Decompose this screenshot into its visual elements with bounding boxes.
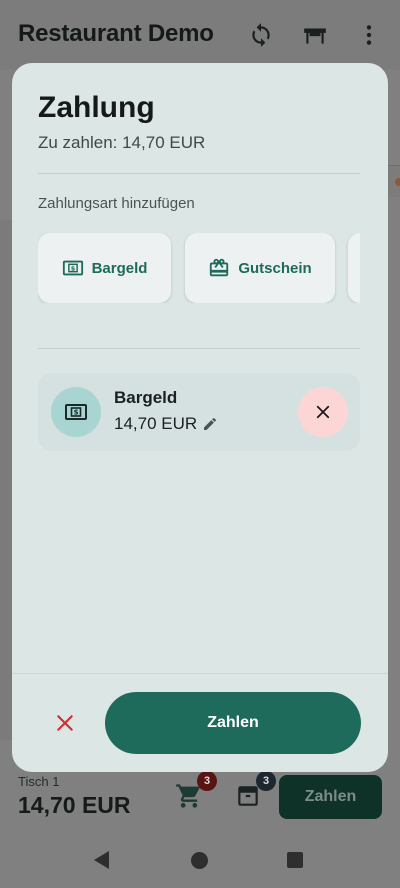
method-more-button[interactable]: [348, 233, 360, 303]
app-title: Restaurant Demo: [18, 20, 214, 47]
footer-divider: [12, 673, 388, 674]
nav-back-icon[interactable]: [94, 851, 109, 869]
close-icon: [316, 405, 330, 419]
bottom-total: 14,70 EUR: [18, 792, 131, 818]
table-label: Tisch 1: [18, 774, 60, 789]
method-cash-label: Bargeld: [91, 259, 148, 277]
remove-payment-button[interactable]: [298, 387, 348, 437]
payment-entry-avatar: $: [51, 387, 101, 437]
cancel-button[interactable]: [52, 710, 78, 736]
table-icon[interactable]: [302, 22, 328, 48]
order-badge: 3: [256, 771, 276, 791]
cart-badge: 3: [197, 771, 217, 791]
payment-entry: $ Bargeld 14,70 EUR: [38, 373, 360, 451]
close-icon: [57, 715, 73, 731]
cash-icon: $: [65, 404, 87, 420]
more-vertical-icon[interactable]: [356, 22, 382, 48]
payment-entry-amount: 14,70 EUR: [114, 414, 198, 433]
dialog-title: Zahlung: [38, 91, 155, 124]
cash-icon: $: [62, 260, 83, 276]
payment-entry-method: Bargeld: [114, 388, 178, 407]
divider: [38, 173, 360, 174]
bottom-pay-button[interactable]: Zahlen: [279, 775, 382, 819]
method-voucher-label: Gutschein: [238, 259, 312, 277]
nav-home-icon[interactable]: [191, 852, 208, 869]
svg-text:$: $: [70, 264, 75, 272]
sync-icon[interactable]: [248, 22, 274, 48]
nav-recents-icon[interactable]: [287, 852, 303, 868]
method-cash-button[interactable]: $ Bargeld: [38, 233, 171, 303]
divider: [38, 348, 360, 349]
background-strip: [0, 220, 12, 740]
background-indicator: [395, 178, 400, 186]
payment-methods: $ Bargeld Gutschein: [38, 233, 360, 303]
payment-dialog: Zahlung Zu zahlen: 14,70 EUR Zahlungsart…: [12, 63, 388, 772]
add-payment-method-label: Zahlungsart hinzufügen: [38, 195, 195, 212]
amount-due: Zu zahlen: 14,70 EUR: [38, 133, 206, 152]
edit-icon[interactable]: [202, 416, 218, 432]
svg-text:$: $: [74, 409, 79, 417]
gift-card-icon: [210, 258, 229, 277]
method-voucher-button[interactable]: Gutschein: [185, 233, 335, 303]
pay-button[interactable]: Zahlen: [105, 692, 361, 754]
